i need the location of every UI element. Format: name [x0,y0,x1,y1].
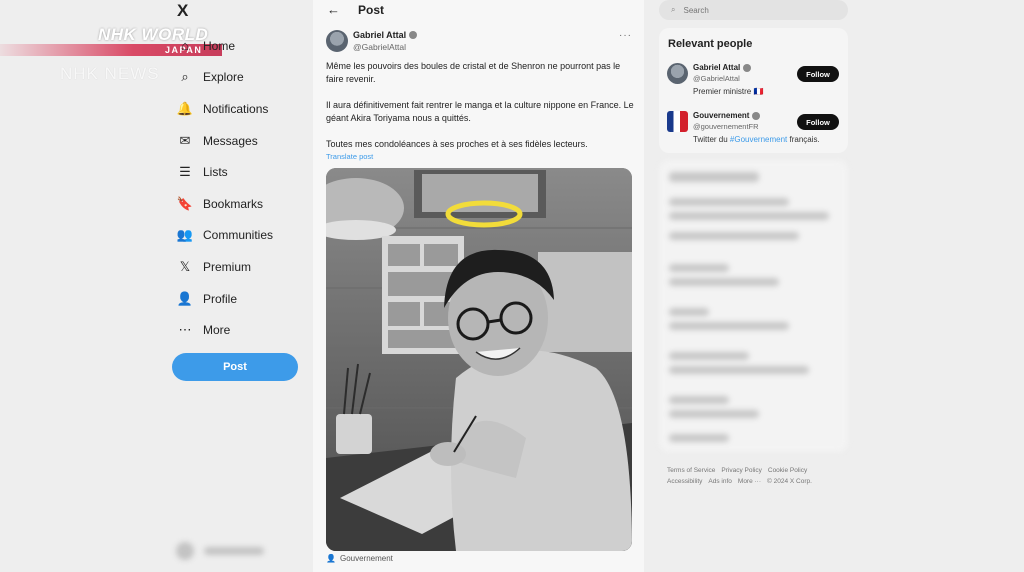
footer-link[interactable]: Cookie Policy [768,467,807,474]
bio-text: Twitter du [693,135,730,144]
gouvernement-logo-icon[interactable] [667,111,688,132]
person-icon: 👤 [326,554,336,563]
author-name[interactable]: Gabriel Attal [353,30,406,40]
author-handle[interactable]: @GabrielAttal [353,42,417,52]
follow-button[interactable]: Follow [797,66,839,82]
relevant-people-panel: Relevant people Gabriel Attal @GabrielAt… [659,28,848,153]
footer-link[interactable]: Terms of Service [667,467,715,474]
author-avatar[interactable] [326,30,348,52]
x-premium-icon: 𝕏 [179,258,191,274]
media-caption[interactable]: 👤 Gouvernement [326,554,393,563]
sidebar-item-label: Premium [203,259,252,274]
post-text: Même les pouvoirs des boules de cristal … [326,60,636,164]
search-icon: ⌕ [181,69,189,85]
sidebar-item-label: Notifications [203,101,269,116]
verified-badge-icon [752,111,761,120]
list-icon: ☰ [179,164,191,180]
home-icon: ⌂ [181,38,189,54]
more-circle-icon: ⋯ [178,322,192,338]
search-icon: ⌕ [671,5,676,14]
person-name[interactable]: Gabriel Attal [693,63,740,72]
media-caption-text: Gouvernement [339,554,393,563]
relevant-people-title: Relevant people [668,38,753,50]
person-icon: 👤 [176,290,194,306]
bookmark-icon: 🔖 [176,195,194,211]
sidebar-item-more[interactable]: ⋯ More [176,314,273,346]
account-switcher[interactable] [176,542,296,564]
x-logo-icon[interactable]: X [177,1,188,21]
footer-link[interactable]: Accessibility [667,478,702,485]
bell-icon: 🔔 [176,100,194,116]
sidebar-item-explore[interactable]: ⌕ Explore [176,62,273,94]
sidebar-item-messages[interactable]: ✉ Messages [176,125,273,157]
mail-icon: ✉ [179,132,191,148]
sidebar-item-premium[interactable]: 𝕏 Premium [176,251,273,283]
sidebar-item-home[interactable]: ⌂ Home [176,30,273,62]
sidebar-item-notifications[interactable]: 🔔 Notifications [176,93,273,125]
relevant-person[interactable]: Gouvernement @gouvernementFR Twitter du … [667,111,842,145]
person-handle[interactable]: @GabrielAttal [693,74,740,83]
footer-link[interactable]: Ads info [708,478,732,485]
footer-link[interactable]: More ··· [738,478,761,485]
person-bio: Twitter du #Gouvernement français. [693,135,820,144]
sidebar-item-label: Messages [203,133,258,148]
sidebar-item-label: Bookmarks [203,196,264,211]
more-options-icon[interactable]: ··· [619,30,632,41]
relevant-person[interactable]: Gabriel Attal @GabrielAttal Premier mini… [667,63,842,97]
back-arrow-icon[interactable]: ← [327,2,340,17]
verified-badge-icon [409,31,418,39]
post-button[interactable]: Post [172,353,298,381]
page-title: Post [358,2,385,17]
post-paragraph: Même les pouvoirs des boules de cristal … [326,61,621,84]
post-paragraph: Il aura définitivement fait rentrer le m… [326,100,634,123]
follow-button[interactable]: Follow [797,114,839,130]
photo-illustration [326,168,632,551]
sidebar-item-label: Home [203,38,236,53]
people-icon: 👥 [176,227,194,243]
verified-badge-icon [743,63,752,72]
search-input[interactable] [683,5,824,15]
post-header: ← Post [327,2,384,17]
post-image[interactable] [326,168,632,551]
post-paragraph: Toutes mes condoléances à ses proches et… [326,139,588,149]
author-info[interactable]: Gabriel Attal @GabrielAttal [353,30,418,52]
sidebar-item-communities[interactable]: 👥 Communities [176,220,273,252]
footer-link[interactable]: Privacy Policy [721,467,761,474]
translate-post-link[interactable]: Translate post [326,152,373,161]
sidebar-item-profile[interactable]: 👤 Profile [176,283,273,315]
search-box[interactable]: ⌕ [659,0,848,20]
person-handle[interactable]: @gouvernementFR [693,122,759,131]
sidebar-item-label: Lists [203,165,228,180]
sidebar-item-label: More [203,323,231,338]
nhk-news-watermark: NHK NEWS [60,64,160,83]
person-name[interactable]: Gouvernement [693,111,749,120]
sidebar-nav: ⌂ Home ⌕ Explore 🔔 Notifications ✉ Messages ☰ Lis… [176,30,273,346]
hashtag-link[interactable]: #Gouvernement [730,135,787,144]
sidebar-item-bookmarks[interactable]: 🔖 Bookmarks [176,188,273,220]
avatar[interactable] [667,63,688,84]
post-detail-column: ← Post Gabriel Attal @GabrielAttal ··· M… [313,0,644,572]
sidebar-item-label: Explore [203,70,244,85]
sidebar-item-lists[interactable]: ☰ Lists [176,156,273,188]
sidebar-item-label: Profile [203,291,238,306]
sidebar-item-label: Communities [203,228,274,243]
trending-panel-blurred [659,160,848,452]
bio-text: français. [787,135,820,144]
footer-links: Terms of Service Privacy Policy Cookie Pol… [667,465,847,487]
footer-link[interactable]: © 2024 X Corp. [767,478,812,485]
person-bio: Premier ministre 🇫🇷 [693,87,764,96]
